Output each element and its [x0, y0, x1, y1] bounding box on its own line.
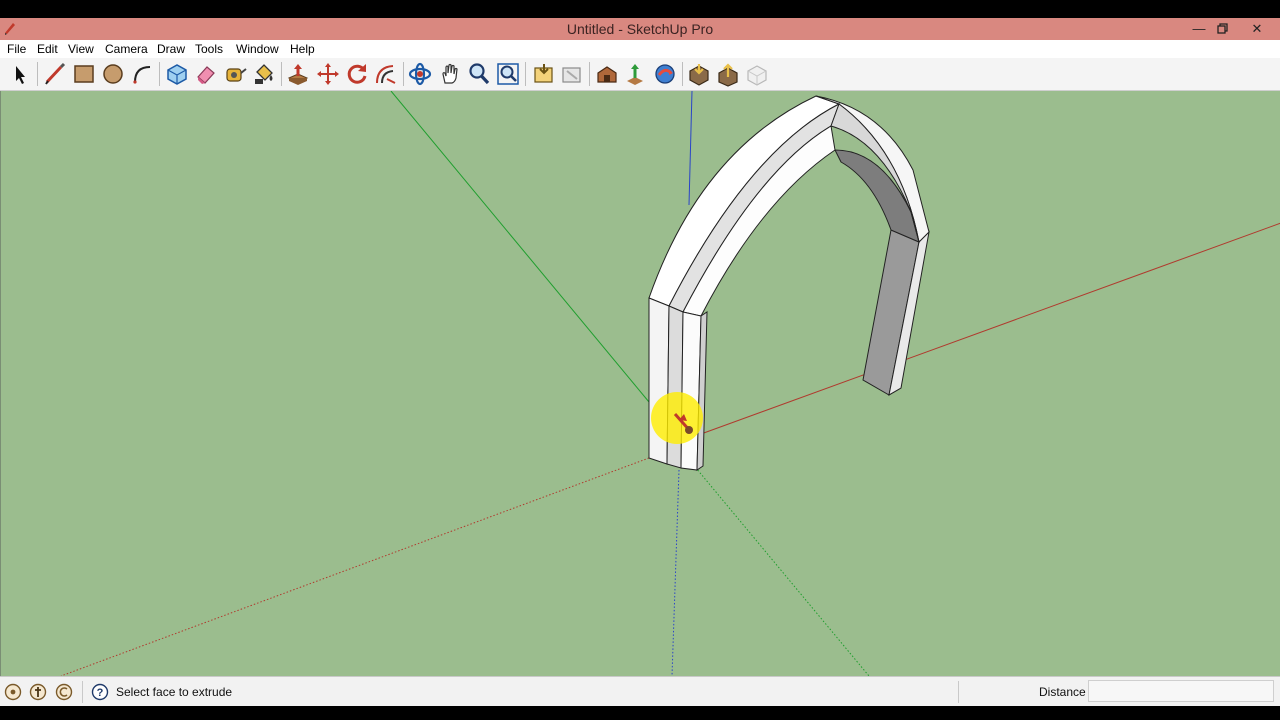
minimize-icon: —	[1192, 21, 1206, 36]
measurements-input[interactable]	[1088, 680, 1274, 702]
offset-tool-button[interactable]	[373, 61, 399, 87]
get-models-button[interactable]	[686, 61, 712, 87]
pan-icon	[442, 63, 458, 84]
next-view-icon	[562, 67, 581, 83]
tape-measure-button[interactable]	[222, 61, 248, 87]
next-view-button[interactable]	[559, 61, 585, 87]
status-divider	[82, 681, 83, 703]
layout-icon	[747, 65, 767, 86]
green-axis-positive	[390, 91, 650, 403]
layout-button[interactable]	[744, 61, 770, 87]
make-component-icon	[167, 64, 187, 85]
select-tool-button[interactable]	[7, 61, 33, 87]
status-divider	[958, 681, 959, 703]
main-toolbar	[0, 58, 1280, 91]
tape-measure-icon	[226, 68, 247, 82]
blue-axis-positive	[688, 91, 693, 206]
restore-icon	[1217, 23, 1228, 34]
menu-edit[interactable]: Edit	[37, 42, 58, 56]
help-icon: ?	[91, 683, 109, 701]
eraser-icon	[197, 66, 215, 84]
close-button[interactable]: ✕	[1242, 19, 1272, 39]
pan-tool-button[interactable]	[437, 61, 463, 87]
menu-window[interactable]: Window	[236, 42, 279, 56]
geo-location-button[interactable]	[4, 683, 22, 701]
toolbar-separator	[37, 62, 38, 86]
push-pull-button[interactable]	[285, 61, 311, 87]
menu-draw[interactable]: Draw	[157, 42, 185, 56]
restore-button[interactable]	[1208, 19, 1238, 39]
share-component-icon	[718, 63, 738, 87]
offset-icon	[376, 65, 396, 84]
menu-file[interactable]: File	[7, 42, 26, 56]
menu-tools[interactable]: Tools	[195, 42, 223, 56]
svg-text:?: ?	[97, 687, 104, 699]
toolbar-separator	[682, 62, 683, 86]
line-icon	[45, 62, 66, 85]
extension-warehouse-button[interactable]	[652, 61, 678, 87]
login-button[interactable]	[55, 683, 73, 701]
geo-location-icon	[4, 683, 22, 701]
menu-camera[interactable]: Camera	[105, 42, 148, 56]
red-axis-positive	[700, 222, 1280, 435]
menu-bar: File Edit View Camera Draw Tools Window …	[0, 40, 1280, 58]
warehouse-button[interactable]	[594, 61, 620, 87]
paint-bucket-icon	[255, 64, 273, 84]
circle-tool-button[interactable]	[100, 61, 126, 87]
status-message: Select face to extrude	[116, 685, 233, 699]
zoom-tool-button[interactable]	[466, 61, 492, 87]
rotate-icon	[347, 64, 367, 84]
line-tool-button[interactable]	[42, 61, 68, 87]
menu-view[interactable]: View	[68, 42, 94, 56]
move-tool-button[interactable]	[315, 61, 341, 87]
share-component-button[interactable]	[715, 61, 741, 87]
zoom-icon	[469, 63, 490, 85]
orbit-tool-button[interactable]	[407, 61, 433, 87]
get-models-icon	[689, 64, 709, 86]
zoom-extents-icon	[497, 63, 519, 85]
rotate-tool-button[interactable]	[344, 61, 370, 87]
extension-warehouse-icon	[655, 64, 675, 84]
toolbar-separator	[281, 62, 282, 86]
arc-icon	[133, 66, 151, 84]
toolbar-separator	[589, 62, 590, 86]
make-component-button[interactable]	[164, 61, 190, 87]
circle-icon	[103, 64, 123, 84]
screen-top-strip	[0, 0, 1280, 18]
move-icon	[317, 63, 339, 85]
green-axis-negative	[690, 461, 870, 676]
close-icon: ✕	[1251, 21, 1263, 36]
login-icon	[55, 683, 73, 701]
orbit-icon	[408, 62, 432, 86]
warehouse-icon	[597, 66, 617, 83]
measurements-label: Distance	[1039, 685, 1086, 699]
toolbar-separator	[525, 62, 526, 86]
push-pull-icon	[287, 64, 309, 85]
window-title: Untitled - SketchUp Pro	[566, 21, 714, 37]
red-axis-negative	[60, 457, 650, 676]
toolbar-separator	[403, 62, 404, 86]
credits-icon	[29, 683, 47, 701]
title-bar: Untitled - SketchUp Pro — ✕	[0, 18, 1280, 40]
share-model-button[interactable]	[622, 61, 648, 87]
toolbar-separator	[159, 62, 160, 86]
select-icon	[16, 66, 25, 84]
rectangle-icon	[74, 65, 94, 83]
rectangle-tool-button[interactable]	[71, 61, 97, 87]
drawing-area[interactable]	[0, 91, 1280, 676]
model-canvas[interactable]	[1, 91, 1280, 676]
eraser-tool-button[interactable]	[193, 61, 219, 87]
previous-view-button[interactable]	[530, 61, 556, 87]
screen-bottom-strip	[0, 706, 1280, 720]
paint-bucket-button[interactable]	[251, 61, 277, 87]
share-model-icon	[627, 64, 643, 85]
blue-axis-negative	[671, 469, 680, 676]
arc-tool-button[interactable]	[129, 61, 155, 87]
status-bar: ? Select face to extrude Distance	[0, 676, 1280, 707]
credits-button[interactable]	[29, 683, 47, 701]
zoom-extents-button[interactable]	[495, 61, 521, 87]
help-button[interactable]: ?	[91, 683, 109, 701]
previous-view-icon	[534, 64, 553, 83]
menu-help[interactable]: Help	[290, 42, 315, 56]
